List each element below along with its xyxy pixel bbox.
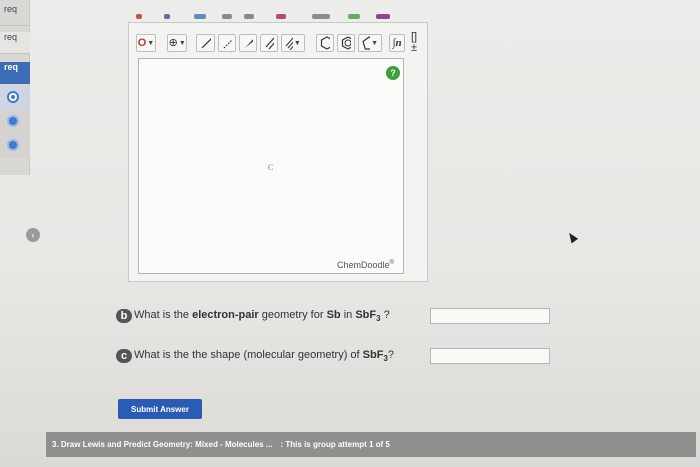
single-bond-icon [201, 39, 211, 49]
question-c-answer-field[interactable] [430, 348, 550, 364]
canvas-carbon-atom[interactable]: C [268, 163, 273, 172]
hashed-bond-button[interactable] [217, 34, 236, 52]
pentagon-ring-button[interactable]: ▼ [358, 34, 382, 52]
double-bond-icon [265, 37, 274, 50]
sidebar-item-req-1[interactable]: req [0, 4, 30, 26]
text-tool-icon[interactable] [312, 14, 330, 19]
template-button[interactable]: ∫n [389, 34, 405, 52]
pentagon-icon [362, 36, 371, 50]
help-icon[interactable]: ? [386, 66, 400, 80]
hexagon-ring-button[interactable] [315, 34, 334, 52]
redo-icon[interactable] [244, 14, 254, 19]
question-c-marker: c [116, 349, 132, 364]
page: req req req ‹ O ▼ ⊕ ▼ ▼ ▼ ∫n []± ? C Che… [0, 0, 700, 467]
benzene-ring-button[interactable] [336, 34, 356, 52]
hexagon-icon [320, 36, 330, 50]
triple-bond-button[interactable]: ▼ [280, 34, 305, 52]
ring-tool-icon[interactable] [136, 14, 142, 19]
undo-icon[interactable] [222, 14, 232, 19]
part-c-status-icon [7, 139, 19, 151]
sidebar-item-label: req [4, 32, 18, 42]
sidebar-item-req-3[interactable]: req [0, 62, 30, 84]
arrow-tool-icon[interactable] [276, 14, 286, 19]
erase-button[interactable]: O ▼ [136, 34, 156, 52]
question-b-answer-field[interactable] [430, 308, 550, 324]
single-bond-button[interactable] [196, 34, 215, 52]
benzene-icon [341, 36, 352, 50]
charge-button[interactable]: ⊕ ▼ [166, 34, 188, 52]
bracket-button[interactable]: []± [408, 32, 424, 54]
chemdoodle-top-toolbar [136, 12, 418, 22]
wedge-bond-icon [244, 39, 253, 48]
hashed-bond-icon [223, 39, 232, 49]
question-b-text: What is the electron-pair geometry for S… [134, 309, 390, 324]
question-b: b What is the electron-pair geometry for… [116, 309, 390, 323]
part-b-status-icon [7, 115, 19, 127]
collapse-sidebar-icon[interactable]: ‹ [26, 228, 40, 242]
question-b-marker: b [116, 309, 132, 324]
lasso-tool-icon[interactable] [164, 14, 170, 19]
attempt-status: : This is group attempt 1 of 5 [280, 440, 390, 449]
chevron-down-icon: ▼ [293, 39, 301, 47]
clean-tool-icon[interactable] [348, 14, 360, 19]
chevron-down-icon: ▼ [147, 39, 155, 47]
sidebar-item-req-2[interactable]: req [0, 32, 30, 54]
chevron-down-icon: ▼ [178, 39, 186, 47]
submit-answer-button[interactable]: Submit Answer [118, 399, 202, 419]
sidebar-item-label: req [4, 62, 19, 72]
rotate-tool-icon[interactable] [194, 14, 206, 19]
chevron-down-icon: ▼ [371, 39, 378, 47]
mouse-cursor-icon [565, 230, 579, 244]
question-c: c What is the the shape (molecular geome… [116, 349, 394, 363]
triple-bond-icon [285, 37, 293, 50]
assignment-title: 3. Draw Lewis and Predict Geometry: Mixe… [52, 440, 273, 449]
assignment-footer: 3. Draw Lewis and Predict Geometry: Mixe… [46, 432, 696, 457]
sidebar: req req req [0, 0, 30, 175]
chemdoodle-brand: ChemDoodle® [337, 260, 394, 270]
wedge-bond-button[interactable] [238, 34, 257, 52]
query-tool-icon[interactable] [376, 14, 390, 19]
question-c-text: What is the the shape (molecular geometr… [134, 349, 395, 364]
part-a-status-icon [7, 91, 19, 103]
chemdoodle-toolbar: O ▼ ⊕ ▼ ▼ ▼ ∫n []± [132, 32, 424, 54]
double-bond-button[interactable] [259, 34, 278, 52]
sidebar-item-label: req [4, 4, 18, 14]
